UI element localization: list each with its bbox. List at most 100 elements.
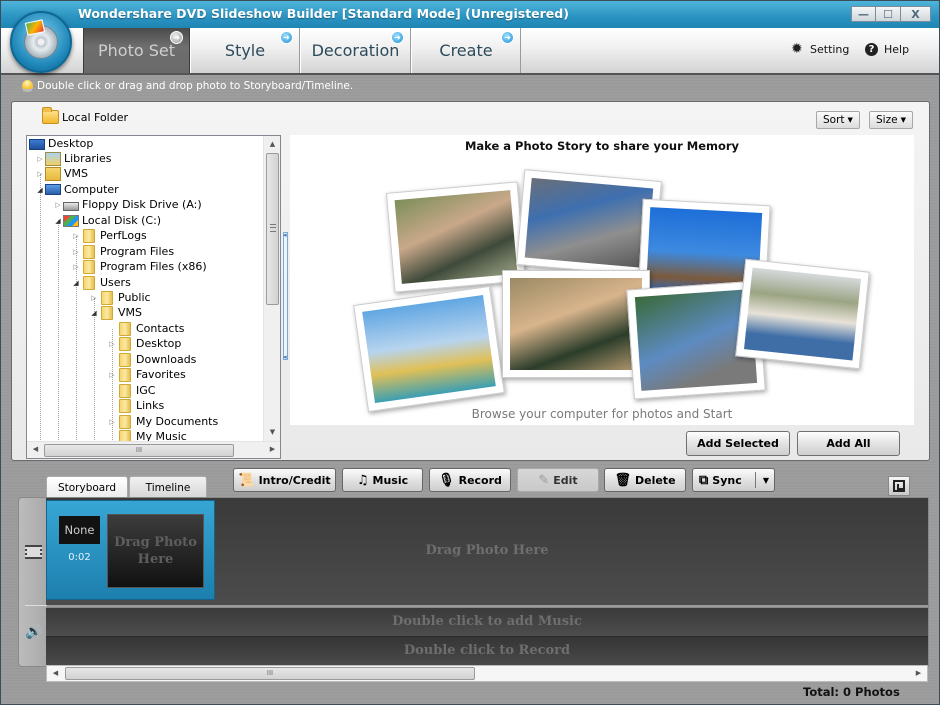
- tree-item-igc[interactable]: IGC: [107, 383, 155, 398]
- caret-down-icon: ▼: [847, 116, 853, 124]
- setting-button[interactable]: ✹ Setting: [791, 42, 849, 56]
- tree-item-program-files[interactable]: ▷ Program Files: [71, 244, 174, 259]
- tree-item-program-files-x86[interactable]: ▷ Program Files (x86): [71, 259, 207, 274]
- tree-item-label: Desktop: [48, 137, 94, 150]
- sort-dropdown[interactable]: Sort ▼: [816, 111, 860, 129]
- tree-item-label: VMS: [64, 167, 88, 180]
- tree-item-floppy[interactable]: ▷ Floppy Disk Drive (A:): [53, 197, 202, 212]
- tab-label: Photo Set: [98, 41, 175, 60]
- tab-storyboard[interactable]: Storyboard: [46, 476, 128, 498]
- collapse-icon[interactable]: ◢: [35, 186, 45, 194]
- scroll-thumb[interactable]: III: [44, 444, 234, 457]
- expand-icon[interactable]: ▷: [107, 371, 117, 379]
- collapse-icon[interactable]: ◢: [53, 217, 63, 225]
- expand-icon[interactable]: ▷: [89, 294, 99, 302]
- sync-button[interactable]: ⧉ Sync ▼: [692, 468, 775, 492]
- local-folder-button[interactable]: Local Folder: [42, 107, 128, 124]
- expand-icon[interactable]: ▷: [35, 170, 45, 178]
- panel-splitter[interactable]: [283, 231, 288, 361]
- tree-item-my-documents[interactable]: ▷ My Documents: [107, 414, 218, 429]
- tab-create[interactable]: Create ➜: [411, 28, 521, 73]
- app-window: Wondershare DVD Slideshow Builder [Stand…: [0, 0, 940, 705]
- music-button[interactable]: ♫ Music: [342, 468, 423, 492]
- scroll-thumb[interactable]: III: [65, 667, 475, 680]
- tree-item-favorites[interactable]: ▷ Favorites: [107, 367, 186, 382]
- expand-icon[interactable]: ▷: [71, 248, 81, 256]
- edit-button[interactable]: ✎ Edit: [517, 468, 599, 492]
- drag-photo-target[interactable]: Drag Photo Here: [107, 514, 204, 588]
- scroll-right-icon[interactable]: ▶: [264, 442, 280, 458]
- expand-icon[interactable]: ▷: [107, 418, 117, 426]
- contacts-folder-icon: [119, 321, 131, 336]
- scroll-right-icon[interactable]: ▶: [910, 666, 927, 683]
- app-logo-icon[interactable]: [10, 11, 72, 73]
- transition-none-button[interactable]: None: [59, 516, 100, 544]
- tree-item-contacts[interactable]: Contacts: [107, 321, 185, 336]
- photo-preview-area[interactable]: Make a Photo Story to share your Memory: [290, 135, 914, 425]
- tree-item-label: PerfLogs: [100, 229, 147, 242]
- add-all-button[interactable]: Add All: [797, 431, 900, 456]
- intro-credit-button[interactable]: 📜 Intro/Credit: [233, 468, 336, 492]
- preview-title: Make a Photo Story to share your Memory: [464, 139, 740, 153]
- expand-icon[interactable]: ▷: [71, 263, 81, 271]
- scroll-thumb[interactable]: [266, 153, 279, 305]
- tree-item-libraries[interactable]: ▷ Libraries: [35, 151, 112, 166]
- help-label: Help: [884, 43, 910, 56]
- tab-photo-set[interactable]: Photo Set ➜: [83, 28, 190, 73]
- desktop-folder-icon: [119, 336, 131, 351]
- minimize-button[interactable]: —: [851, 6, 876, 22]
- button-label: Record: [458, 473, 502, 487]
- tab-style[interactable]: Style ➜: [190, 28, 300, 73]
- tree-item-label: Floppy Disk Drive (A:): [82, 198, 202, 211]
- record-track[interactable]: Double click to Record: [46, 636, 928, 665]
- collapse-icon[interactable]: ◢: [71, 279, 81, 287]
- tree-horizontal-scrollbar[interactable]: ◀ III ▶: [27, 441, 280, 458]
- tree-item-downloads[interactable]: Downloads: [107, 352, 196, 367]
- folder-icon: [83, 228, 95, 243]
- arrow-right-icon: ➜: [391, 31, 404, 44]
- hint-bar: Double click or drag and drop photo to S…: [22, 80, 353, 92]
- tab-label: Style: [224, 41, 266, 60]
- tree-item-computer[interactable]: ◢ Computer: [35, 182, 119, 197]
- scroll-down-icon[interactable]: ▼: [264, 424, 280, 441]
- record-button[interactable]: 🎙 Record: [429, 468, 511, 492]
- music-track[interactable]: Double click to add Music: [46, 607, 928, 636]
- tab-decoration[interactable]: Decoration ➜: [300, 28, 411, 73]
- help-button[interactable]: ? Help: [865, 43, 909, 56]
- folder-icon: [119, 383, 131, 398]
- tree-item-label: Computer: [64, 183, 119, 196]
- tree-item-users[interactable]: ◢ Users: [71, 275, 131, 290]
- tree-vertical-scrollbar[interactable]: ▲ ▼: [263, 136, 280, 441]
- size-dropdown[interactable]: Size ▼: [869, 111, 913, 129]
- expand-icon[interactable]: ▷: [107, 340, 117, 348]
- tree-item-desktop[interactable]: Desktop: [29, 136, 93, 151]
- expand-icon[interactable]: ▷: [53, 201, 63, 209]
- button-label: Sync: [712, 473, 742, 487]
- tree-item-public[interactable]: ▷ Public: [89, 290, 151, 305]
- total-photos-count: Total: 0 Photos: [803, 685, 900, 699]
- tree-item-desktop-folder[interactable]: ▷ Desktop: [107, 336, 181, 351]
- sync-dropdown-arrow-icon[interactable]: ▼: [763, 476, 769, 485]
- tree-item-label: VMS: [118, 306, 142, 319]
- delete-button[interactable]: 🗑 Delete: [604, 468, 686, 492]
- expand-icon[interactable]: ▷: [71, 232, 81, 240]
- expand-icon[interactable]: ▷: [35, 155, 45, 163]
- collapse-icon[interactable]: ◢: [89, 309, 99, 317]
- tree-item-vms-user[interactable]: ▷ VMS: [35, 166, 88, 181]
- add-selected-button[interactable]: Add Selected: [686, 431, 790, 456]
- storyboard-slot[interactable]: None 0:02 Drag Photo Here: [46, 500, 215, 600]
- tree-item-local-disk[interactable]: ◢ Local Disk (C:): [53, 213, 161, 228]
- sort-label: Sort: [823, 114, 845, 126]
- tree-item-vms-folder[interactable]: ◢ VMS: [89, 305, 142, 320]
- folder-tree[interactable]: Desktop ▷ Libraries ▷ VMS ◢ Computer ▷ F…: [26, 135, 281, 459]
- scroll-left-icon[interactable]: ◀: [47, 666, 64, 683]
- maximize-button[interactable]: ☐: [876, 6, 901, 22]
- close-button[interactable]: X: [901, 6, 931, 22]
- tree-item-perflogs[interactable]: ▷ PerfLogs: [71, 228, 147, 243]
- tab-timeline[interactable]: Timeline: [129, 476, 207, 498]
- expand-view-button[interactable]: [888, 476, 910, 496]
- tree-item-links[interactable]: Links: [107, 398, 164, 413]
- scroll-up-icon[interactable]: ▲: [264, 136, 280, 153]
- scroll-left-icon[interactable]: ◀: [27, 442, 44, 458]
- timeline-horizontal-scrollbar[interactable]: ◀ III ▶: [46, 665, 928, 682]
